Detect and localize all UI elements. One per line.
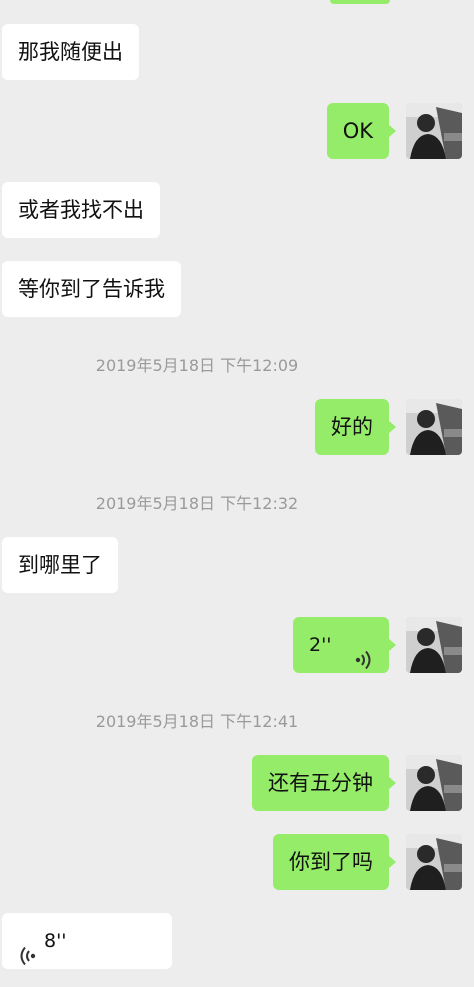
avatar[interactable]: [406, 755, 462, 811]
message-bubble-outgoing[interactable]: 你到了吗: [273, 834, 396, 890]
timestamp: 2019年5月18日 下午12:32: [95, 494, 299, 513]
message-text: 你到了吗: [289, 850, 373, 874]
voice-wave-icon: [355, 635, 373, 670]
message-bubble-outgoing[interactable]: 好的: [315, 399, 396, 455]
timestamp: 2019年5月18日 下午12:41: [95, 712, 299, 731]
message-bubble-incoming[interactable]: 等你到了告诉我: [2, 261, 181, 317]
message-bubble-outgoing[interactable]: OK: [326, 103, 397, 159]
message-text: 那我随便出: [18, 40, 123, 64]
avatar[interactable]: [406, 834, 462, 890]
voice-duration: 2'': [309, 634, 332, 656]
avatar[interactable]: [406, 399, 462, 455]
voice-duration: 8'': [44, 930, 67, 952]
timestamp: 2019年5月18日 下午12:09: [95, 356, 299, 375]
message-text: 好的: [331, 415, 373, 439]
voice-wave-icon: [18, 931, 36, 966]
message-text: 或者我找不出: [18, 198, 144, 222]
message-bubble-incoming[interactable]: 或者我找不出: [2, 182, 160, 238]
message-text: 到哪里了: [18, 553, 102, 577]
previous-message-edge: [330, 0, 390, 4]
avatar[interactable]: [406, 103, 462, 159]
voice-message-outgoing[interactable]: 2'': [293, 617, 396, 673]
message-bubble-outgoing[interactable]: 还有五分钟: [252, 755, 396, 811]
message-text: 等你到了告诉我: [18, 277, 165, 301]
message-text: 还有五分钟: [268, 771, 373, 795]
message-bubble-incoming[interactable]: 到哪里了: [2, 537, 118, 593]
message-bubble-incoming[interactable]: 那我随便出: [2, 24, 139, 80]
avatar[interactable]: [406, 617, 462, 673]
message-text: OK: [342, 119, 373, 143]
voice-message-incoming[interactable]: 8'': [2, 913, 172, 969]
